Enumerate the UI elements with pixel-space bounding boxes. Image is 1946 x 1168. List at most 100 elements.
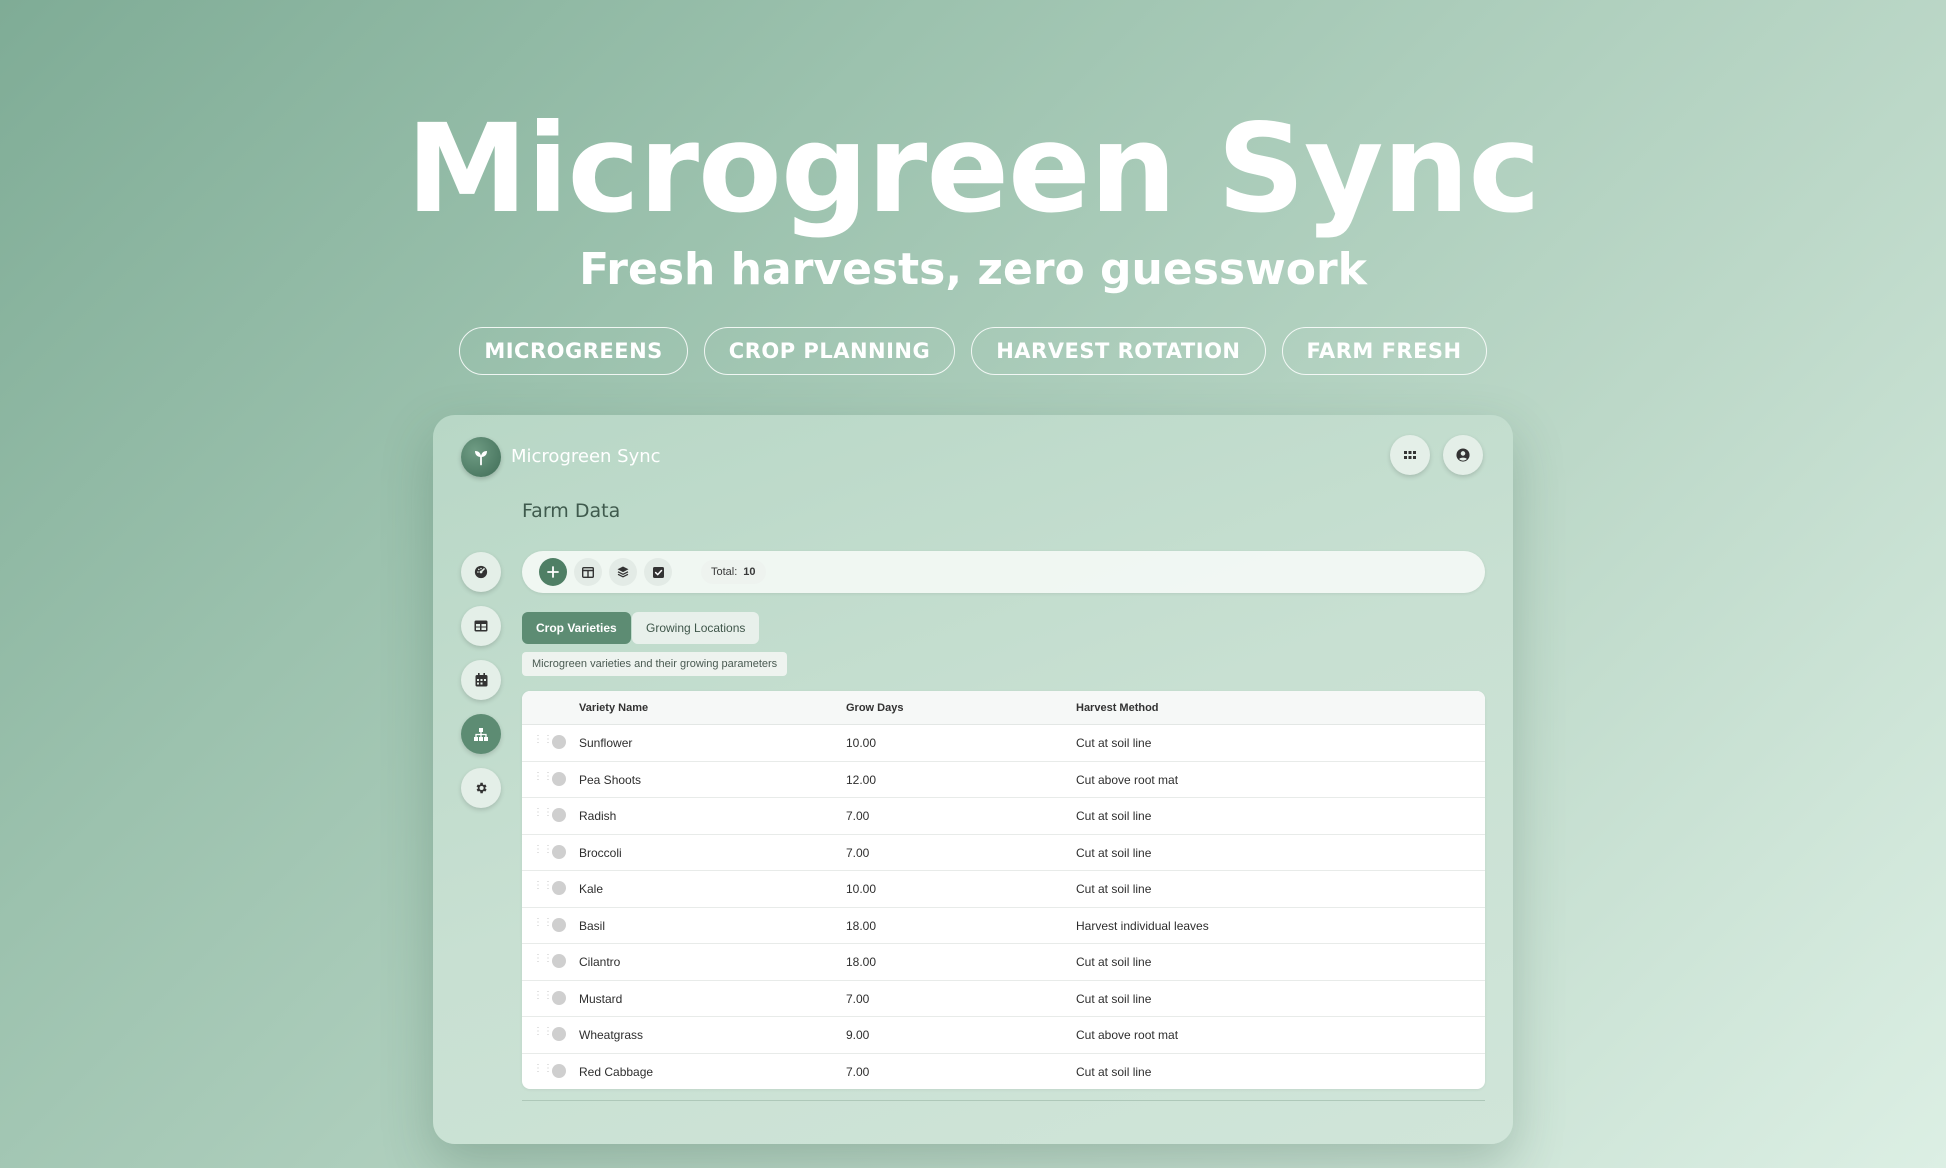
sidebar-item-calendar[interactable]: [461, 660, 501, 700]
drag-handle-icon[interactable]: ⋮⋮: [533, 1027, 553, 1037]
hierarchy-icon: [474, 727, 488, 741]
row-select-radio[interactable]: [552, 844, 566, 859]
cell-harvest-method: Cut at soil line: [1076, 955, 1152, 969]
table-row[interactable]: ⋮⋮ Kale 10.00 Cut at soil line: [522, 871, 1485, 908]
data-table: Variety Name Grow Days Harvest Method ⋮⋮…: [522, 691, 1485, 1089]
cell-harvest-method: Cut above root mat: [1076, 772, 1179, 787]
drag-handle-icon[interactable]: ⋮⋮: [533, 990, 553, 1001]
dashboard-icon: [474, 565, 488, 579]
column-header-grow-days[interactable]: Grow Days: [846, 702, 903, 714]
columns-icon: [582, 566, 594, 578]
plus-icon: [547, 566, 559, 578]
column-header-variety[interactable]: Variety Name: [579, 702, 648, 714]
cell-variety-name: Kale: [579, 882, 604, 896]
user-icon: [1456, 448, 1470, 462]
cell-grow-days: 10.00: [846, 882, 877, 896]
table-row[interactable]: ⋮⋮ Sunflower 10.00 Cut at soil line: [522, 725, 1485, 762]
row-select-radio[interactable]: [552, 917, 566, 932]
cell-grow-days: 12.00: [846, 772, 877, 787]
drag-handle-icon[interactable]: ⋮⋮: [533, 954, 553, 964]
select-button[interactable]: [644, 558, 672, 586]
checkbox-icon: [652, 566, 664, 578]
total-label: Total:: [711, 566, 738, 578]
row-select-radio[interactable]: [552, 771, 566, 786]
cell-variety-name: Broccoli: [579, 845, 622, 860]
add-button[interactable]: [539, 558, 567, 586]
table-header: Variety Name Grow Days Harvest Method: [522, 691, 1485, 725]
tag-chip: MICROGREENS: [459, 327, 688, 375]
drag-handle-icon[interactable]: ⋮⋮: [533, 808, 553, 818]
tab-crop-varieties[interactable]: Crop Varieties: [522, 612, 631, 644]
cell-grow-days: 7.00: [846, 1064, 870, 1079]
row-select-radio[interactable]: [552, 990, 566, 1005]
app-name: Microgreen Sync: [511, 446, 661, 467]
apps-menu-button[interactable]: [1390, 435, 1430, 475]
table-row[interactable]: ⋮⋮ Broccoli 7.00 Cut at soil line: [522, 835, 1485, 871]
total-count: Total: 10: [701, 560, 766, 584]
drag-handle-icon[interactable]: ⋮⋮: [533, 1063, 553, 1074]
cell-variety-name: Mustard: [579, 991, 623, 1006]
cell-harvest-method: Cut at soil line: [1076, 736, 1152, 750]
page-title: Farm Data: [522, 500, 621, 522]
row-select-radio[interactable]: [552, 881, 566, 895]
table-row[interactable]: ⋮⋮ Mustard 7.00 Cut at soil line: [522, 981, 1485, 1017]
table-row[interactable]: ⋮⋮ Pea Shoots 12.00 Cut above root mat: [522, 762, 1485, 798]
cell-grow-days: 10.00: [846, 736, 877, 750]
cell-grow-days: 9.00: [846, 1028, 870, 1042]
table-body: ⋮⋮ Sunflower 10.00 Cut at soil line ⋮⋮ Pea Sh…: [522, 725, 1485, 1089]
table-row[interactable]: ⋮⋮ Cilantro 18.00 Cut at soil line: [522, 944, 1485, 981]
table-row[interactable]: ⋮⋮ Radish 7.00 Cut at soil line: [522, 798, 1485, 835]
tag-chip: CROP PLANNING: [703, 327, 956, 375]
cell-harvest-method: Cut at soil line: [1076, 882, 1152, 896]
cell-harvest-method: Cut at soil line: [1076, 991, 1152, 1006]
cell-harvest-method: Harvest individual leaves: [1076, 918, 1209, 933]
cell-grow-days: 18.00: [846, 955, 877, 969]
grid-icon: [1404, 451, 1416, 459]
cell-variety-name: Cilantro: [579, 955, 621, 969]
user-menu-button[interactable]: [1443, 435, 1483, 475]
layers-button[interactable]: [609, 558, 637, 586]
cell-variety-name: Sunflower: [579, 736, 633, 750]
toolbar: Total: 10: [522, 551, 1485, 593]
cell-grow-days: 18.00: [846, 918, 877, 933]
drag-handle-icon[interactable]: ⋮⋮: [533, 735, 553, 745]
divider: [522, 1100, 1485, 1101]
hero-tags: MICROGREENS CROP PLANNING HARVEST ROTATI…: [0, 327, 1946, 375]
cell-variety-name: Wheatgrass: [579, 1028, 644, 1042]
hero-subtitle: Fresh harvests, zero guesswork: [579, 244, 1367, 295]
sidebar-item-farm-data[interactable]: [461, 714, 501, 754]
cell-harvest-method: Cut at soil line: [1076, 845, 1152, 860]
drag-handle-icon[interactable]: ⋮⋮: [533, 917, 553, 928]
sidebar-item-dashboard[interactable]: [461, 552, 501, 592]
table-row[interactable]: ⋮⋮ Red Cabbage 7.00 Cut at soil line: [522, 1054, 1485, 1090]
table-row[interactable]: ⋮⋮ Basil 18.00 Harvest individual leaves: [522, 908, 1485, 944]
total-value: 10: [743, 566, 756, 578]
row-select-radio[interactable]: [552, 954, 566, 968]
cell-variety-name: Pea Shoots: [579, 772, 642, 787]
row-select-radio[interactable]: [552, 808, 566, 822]
row-select-radio[interactable]: [552, 1063, 566, 1078]
sidebar-item-table[interactable]: [461, 606, 501, 646]
app-window: Microgreen Sync Farm Data Total: 10 Crop…: [433, 415, 1513, 1144]
cell-variety-name: Radish: [579, 809, 617, 823]
row-select-radio[interactable]: [552, 1027, 566, 1041]
cell-grow-days: 7.00: [846, 991, 870, 1006]
table-description: Microgreen varieties and their growing p…: [522, 652, 788, 676]
gear-icon: [476, 782, 487, 794]
drag-handle-icon[interactable]: ⋮⋮: [533, 844, 553, 855]
tag-chip: FARM FRESH: [1281, 327, 1487, 375]
cell-harvest-method: Cut above root mat: [1076, 1028, 1179, 1042]
tag-chip: HARVEST ROTATION: [971, 327, 1266, 375]
cell-variety-name: Red Cabbage: [579, 1064, 654, 1079]
cell-harvest-method: Cut at soil line: [1076, 809, 1152, 823]
drag-handle-icon[interactable]: ⋮⋮: [533, 771, 553, 782]
table-row[interactable]: ⋮⋮ Wheatgrass 9.00 Cut above root mat: [522, 1017, 1485, 1054]
column-header-harvest-method[interactable]: Harvest Method: [1076, 702, 1159, 714]
sidebar-item-settings[interactable]: [461, 768, 501, 808]
tab-growing-locations[interactable]: Growing Locations: [632, 612, 760, 644]
drag-handle-icon[interactable]: ⋮⋮: [533, 881, 553, 891]
hero-title: Microgreen Sync: [406, 98, 1540, 240]
columns-button[interactable]: [574, 558, 602, 586]
row-select-radio[interactable]: [552, 735, 566, 749]
app-logo[interactable]: [461, 437, 501, 477]
